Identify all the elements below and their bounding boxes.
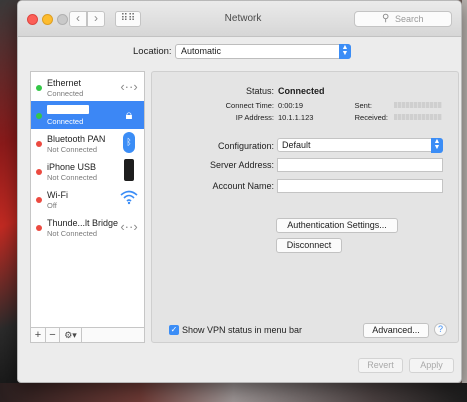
service-name: Ethernet <box>47 78 82 88</box>
advanced-button[interactable]: Advanced... <box>363 323 429 338</box>
show-vpn-status-checkbox[interactable]: ✓ <box>169 325 179 335</box>
zoom-window-button[interactable] <box>57 14 68 25</box>
disconnect-button[interactable]: Disconnect <box>276 238 342 253</box>
chevron-right-icon: › <box>94 11 98 25</box>
configuration-stepper-icon: ▲ ▼ <box>431 138 443 153</box>
ethernet-icon: ‹··› <box>120 79 138 94</box>
gear-menu-button[interactable]: ⚙▾ <box>60 328 82 342</box>
thunderbolt-bridge-icon: ‹··› <box>120 219 138 234</box>
service-list-toolbar: + − ⚙▾ <box>30 327 145 343</box>
search-icon: ⚲ <box>382 13 390 24</box>
configuration-value: Default <box>282 140 311 150</box>
received-meter <box>394 114 442 120</box>
remove-service-button[interactable]: − <box>46 328 60 342</box>
add-service-button[interactable]: + <box>31 328 46 342</box>
account-name-field[interactable] <box>277 179 443 193</box>
close-window-button[interactable] <box>27 14 38 25</box>
service-status: Off <box>47 201 57 210</box>
configuration-label: Configuration: <box>217 141 274 151</box>
desktop-wallpaper-bottom <box>0 383 467 402</box>
service-status: Connected <box>47 117 84 126</box>
back-button[interactable]: ‹ <box>69 11 87 27</box>
forward-button[interactable]: › <box>87 11 105 27</box>
service-wifi[interactable]: Wi-Fi Off <box>31 185 144 213</box>
redacted-service-name <box>47 105 89 114</box>
wifi-icon <box>119 189 139 209</box>
status-dot-disconnected <box>36 225 42 231</box>
question-mark-icon: ? <box>437 324 443 334</box>
ip-address-value: 10.1.1.123 <box>278 113 314 122</box>
location-select[interactable]: Automatic ▲ ▼ <box>175 44 351 59</box>
sent-label: Sent: <box>354 101 372 110</box>
grid-icon: ⠿⠿ <box>120 13 136 24</box>
vpn-lock-icon: 🔒︎ <box>125 107 133 122</box>
status-value: Connected <box>278 86 325 96</box>
server-address-label: Server Address: <box>209 160 274 170</box>
service-vpn[interactable]: Connected 🔒︎ <box>31 101 144 129</box>
search-placeholder: Search <box>395 14 424 24</box>
status-label: Status: <box>245 86 274 96</box>
received-label: Received: <box>354 113 388 122</box>
ip-address-label: IP Address: <box>235 113 274 122</box>
status-dot-disconnected <box>36 197 42 203</box>
server-address-field[interactable] <box>277 158 443 172</box>
service-name: Wi-Fi <box>47 190 68 200</box>
account-name-label: Account Name: <box>212 181 274 191</box>
title-bar: ‹ › ⠿⠿ Network ⚲ Search <box>18 1 461 37</box>
help-button[interactable]: ? <box>434 323 447 336</box>
service-status: Not Connected <box>47 145 98 154</box>
service-status: Not Connected <box>47 229 98 238</box>
location-stepper-icon: ▲ ▼ <box>339 44 351 59</box>
show-vpn-status-label: Show VPN status in menu bar <box>182 325 303 335</box>
minimize-window-button[interactable] <box>42 14 53 25</box>
status-dot-connected <box>36 85 42 91</box>
sent-meter <box>394 102 442 108</box>
service-bluetooth-pan[interactable]: Bluetooth PAN Not Connected ᛒ <box>31 129 144 157</box>
connect-time-label: Connect Time: <box>225 101 274 110</box>
revert-button[interactable]: Revert <box>358 358 403 373</box>
service-detail-panel: Status: Connected Connect Time: 0:00:19 … <box>151 71 459 343</box>
service-status: Not Connected <box>47 173 98 182</box>
location-label: Location: <box>133 46 172 57</box>
service-name: Thunde...lt Bridge <box>47 218 119 228</box>
service-thunderbolt-bridge[interactable]: Thunde...lt Bridge Not Connected ‹··› <box>31 213 144 241</box>
service-name: Bluetooth PAN <box>47 134 106 144</box>
search-field[interactable]: ⚲ Search <box>354 11 452 27</box>
configuration-select[interactable]: Default ▲ ▼ <box>277 138 443 153</box>
window-title: Network <box>224 13 262 24</box>
desktop-wallpaper-right <box>462 0 467 402</box>
iphone-icon <box>124 159 134 181</box>
chevron-left-icon: ‹ <box>76 11 80 25</box>
status-dot-disconnected <box>36 169 42 175</box>
service-name: iPhone USB <box>47 162 97 172</box>
network-preferences-window: ‹ › ⠿⠿ Network ⚲ Search Location: Automa… <box>17 0 462 383</box>
show-all-button[interactable]: ⠿⠿ <box>115 11 141 27</box>
status-dot-connected <box>36 113 42 119</box>
location-value: Automatic <box>181 46 222 56</box>
status-dot-disconnected <box>36 141 42 147</box>
service-list: Ethernet Connected ‹··› Connected 🔒︎ Blu… <box>30 71 145 343</box>
service-status: Connected <box>47 89 84 98</box>
authentication-settings-button[interactable]: Authentication Settings... <box>276 218 398 233</box>
apply-button[interactable]: Apply <box>409 358 454 373</box>
service-ethernet[interactable]: Ethernet Connected ‹··› <box>31 73 144 101</box>
connect-time-value: 0:00:19 <box>278 101 304 110</box>
wifi-icon-graphic <box>120 190 138 205</box>
bluetooth-icon: ᛒ <box>123 132 135 153</box>
service-iphone-usb[interactable]: iPhone USB Not Connected <box>31 157 144 185</box>
